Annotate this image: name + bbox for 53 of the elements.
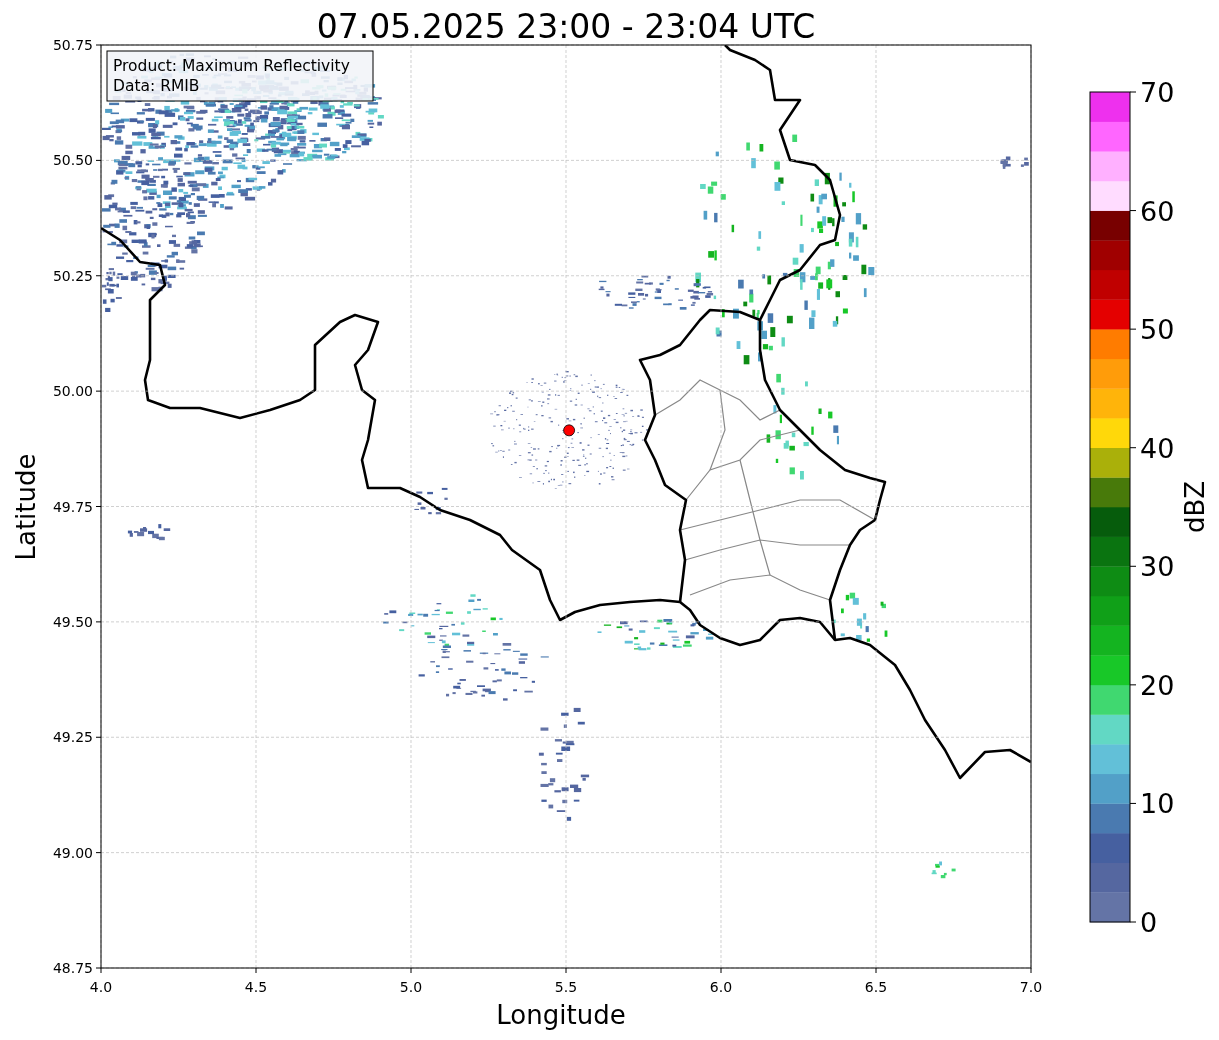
axis-label: Latitude xyxy=(11,453,41,561)
axis-tick xyxy=(95,44,102,46)
axis-tick-label: 6.0 xyxy=(709,979,733,995)
colorbar-tick xyxy=(1129,565,1137,567)
axis-tick-label: 5.0 xyxy=(399,979,423,995)
axis-tick xyxy=(1030,967,1032,974)
colorbar-tick-label: 0 xyxy=(1140,907,1158,938)
info-text: Product: Maximum Reflectivity xyxy=(113,57,350,75)
colorbar-tick xyxy=(1129,210,1137,212)
colorbar-tick-label: 50 xyxy=(1140,314,1175,346)
axis-tick-label: 50.50 xyxy=(52,152,93,169)
axis-tick-label: 48.75 xyxy=(52,960,93,976)
axis-tick-label: 5.5 xyxy=(554,979,578,995)
axis-tick xyxy=(720,967,722,974)
colorbar-tick xyxy=(1129,91,1137,93)
axis-tick-label: 4.0 xyxy=(89,979,113,995)
axis-tick xyxy=(95,852,102,854)
axis-tick-label: 49.75 xyxy=(52,498,93,515)
axis-tick xyxy=(95,736,102,738)
colorbar-tick-label: 10 xyxy=(1140,788,1175,820)
colorbar-tick xyxy=(1129,684,1137,686)
axis-tick-label: 49.50 xyxy=(52,613,93,630)
axis-tick-label: 6.5 xyxy=(864,979,888,995)
colorbar-tick-label: 40 xyxy=(1140,432,1175,464)
colorbar-label: dBZ xyxy=(1180,480,1210,534)
axis-tick xyxy=(875,967,877,974)
colorbar-tick-label: 70 xyxy=(1140,77,1175,108)
axis-tick xyxy=(95,159,102,161)
colorbar-tick xyxy=(1129,802,1137,804)
colorbar-tick-label: 30 xyxy=(1140,551,1175,583)
axis-tick xyxy=(255,967,257,974)
axis-tick-label: 50.75 xyxy=(52,37,93,53)
colorbar-tick xyxy=(1129,328,1137,330)
axis-tick xyxy=(95,506,102,507)
info-text: Data: RMIB xyxy=(113,77,200,95)
radar-site-marker xyxy=(563,424,575,437)
axis-tick-label: 50.25 xyxy=(52,267,93,284)
axis-tick xyxy=(95,275,102,277)
axis-label: Longitude xyxy=(496,1000,626,1030)
axis-tick-label: 49.25 xyxy=(52,729,93,746)
colorbar-tick xyxy=(1129,447,1137,449)
axis-tick-label: 7.0 xyxy=(1019,979,1043,995)
colorbar-tick-label: 20 xyxy=(1140,669,1175,701)
axis-tick xyxy=(410,967,412,974)
colorbar-tick xyxy=(1129,921,1137,923)
axis-tick-label: 49.00 xyxy=(52,844,93,861)
chart-title: 07.05.2025 23:00 - 23:04 UTC xyxy=(316,7,816,46)
axis-tick-label: 50.00 xyxy=(52,383,93,400)
axis-tick xyxy=(95,390,102,392)
axis-tick xyxy=(95,621,102,623)
colorbar-tick-label: 60 xyxy=(1140,195,1175,227)
axis-tick xyxy=(565,967,567,974)
axis-tick-label: 4.5 xyxy=(244,979,268,995)
